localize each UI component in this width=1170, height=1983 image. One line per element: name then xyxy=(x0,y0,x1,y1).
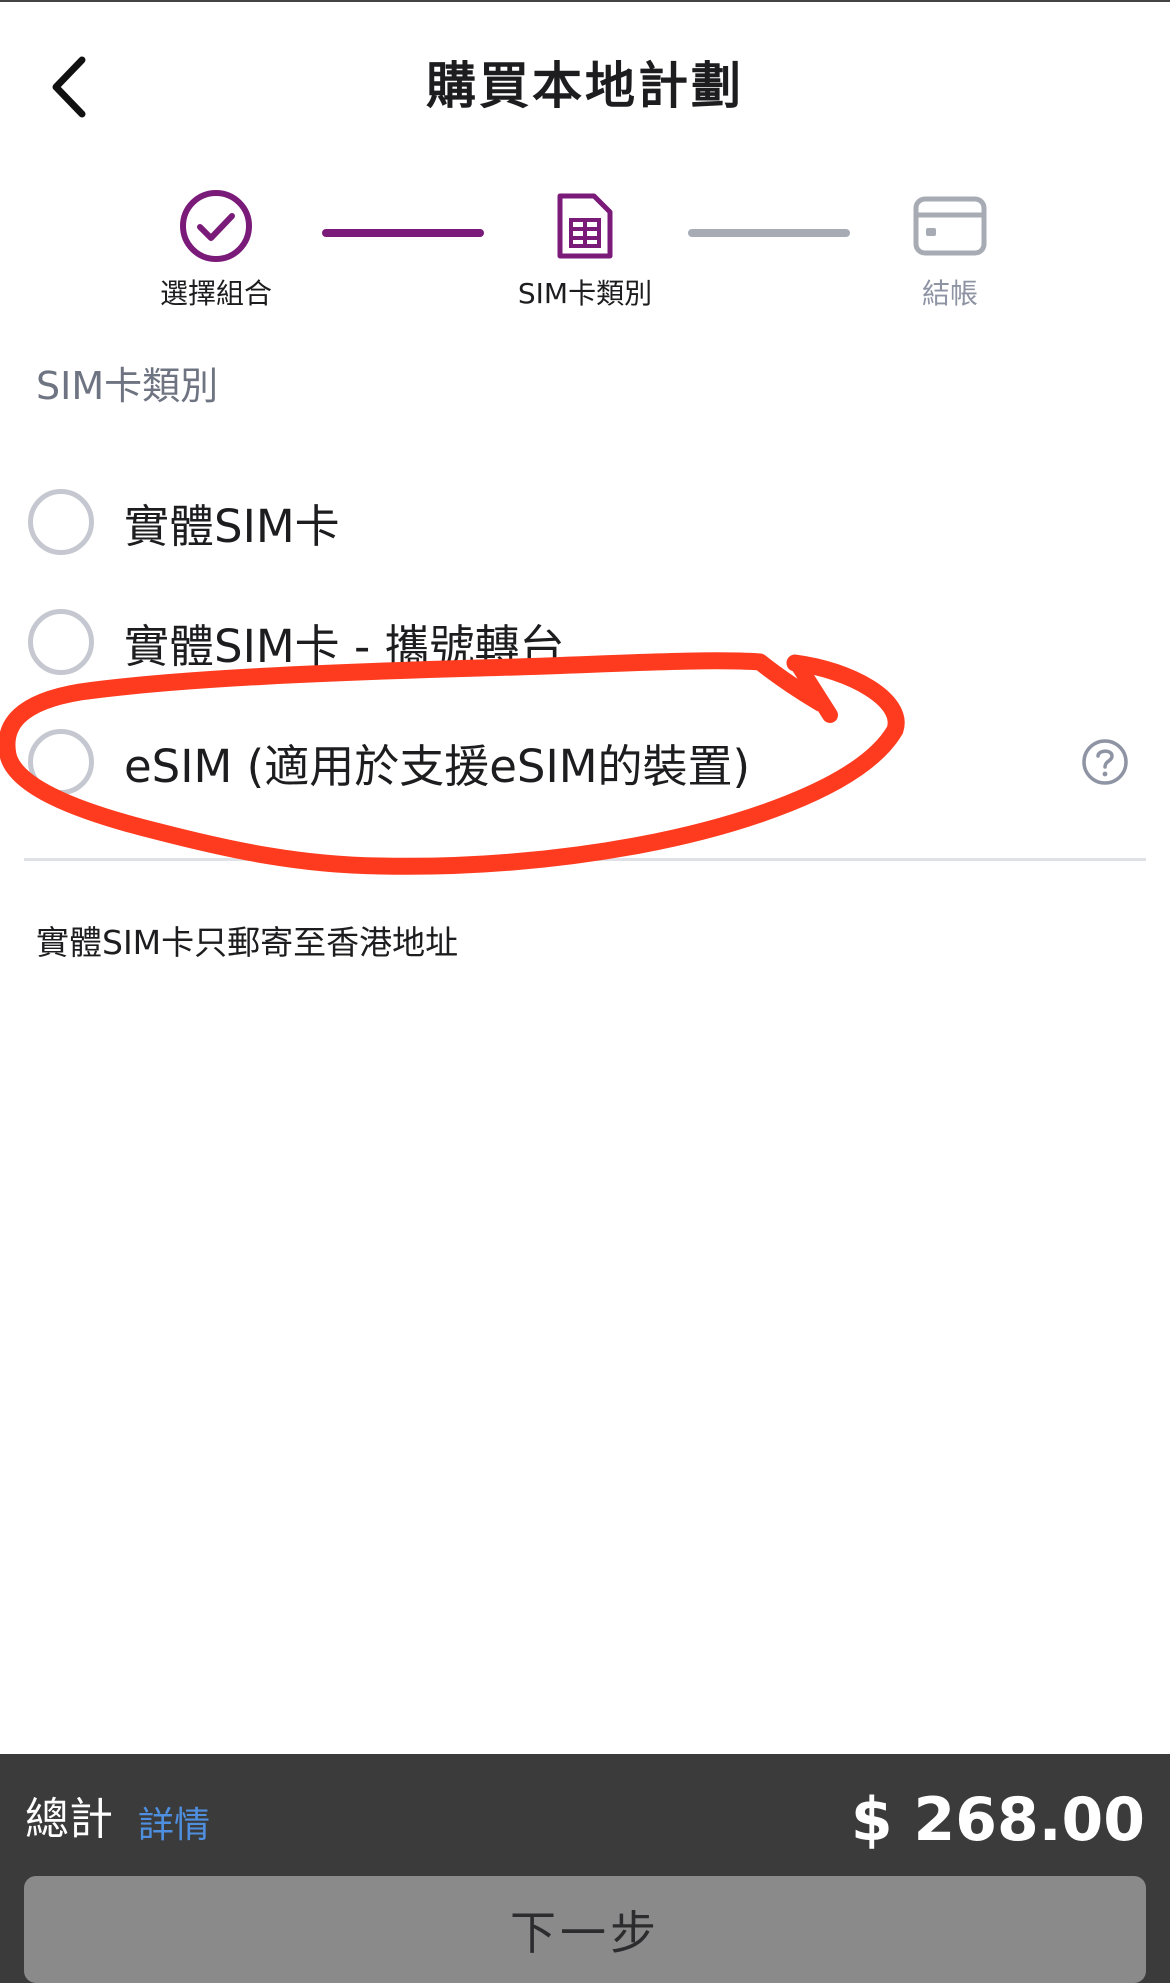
next-step-label: 下一步 xyxy=(510,1905,660,1960)
next-step-button[interactable]: 下一步 xyxy=(24,1876,1146,1983)
step-label: 結帳 xyxy=(921,277,978,310)
page-title: 購買本地計劃 xyxy=(426,57,744,115)
radio-button[interactable] xyxy=(28,489,94,555)
shipping-note: 實體SIM卡只郵寄至香港地址 xyxy=(36,923,459,962)
option-physical-sim-port[interactable]: 實體SIM卡 - 攜號轉台 xyxy=(28,597,1148,687)
option-label: eSIM (適用於支援eSIM的裝置) xyxy=(124,739,751,793)
stepper-connector-pending xyxy=(688,229,850,237)
option-physical-sim[interactable]: 實體SIM卡 xyxy=(28,477,1148,567)
question-circle-icon[interactable] xyxy=(1080,737,1130,787)
section-title: SIM卡類別 xyxy=(36,364,219,408)
step-label: SIM卡類別 xyxy=(517,277,653,310)
credit-card-icon xyxy=(913,196,987,256)
step-label: 選擇組合 xyxy=(159,277,272,310)
check-circle-icon xyxy=(180,190,252,262)
option-label: 實體SIM卡 - 攜號轉台 xyxy=(124,619,565,673)
radio-button[interactable] xyxy=(28,609,94,675)
option-label: 實體SIM卡 xyxy=(124,499,340,553)
buy-local-plan-page: 購買本地計劃 選擇組合 SIM卡類別 結帳 SIM卡類別 實體SIM卡 實體SI… xyxy=(0,0,1170,1983)
radio-button[interactable] xyxy=(28,729,94,795)
divider xyxy=(24,858,1146,861)
step-select-bundle: 選擇組合 xyxy=(106,186,326,314)
step-checkout: 結帳 xyxy=(840,186,1060,314)
sim-card-icon xyxy=(557,193,613,259)
total-label: 總計 xyxy=(25,1794,113,1845)
total-price: $ 268.00 xyxy=(850,1785,1145,1855)
top-border xyxy=(0,0,1170,2)
details-link[interactable]: 詳情 xyxy=(138,1798,210,1854)
step-sim-type: SIM卡類別 xyxy=(475,186,695,314)
stepper-connector-completed xyxy=(322,229,484,237)
bottom-bar: 總計 詳情 $ 268.00 下一步 xyxy=(0,1754,1170,1983)
option-esim[interactable]: eSIM (適用於支援eSIM的裝置) xyxy=(28,717,1148,807)
